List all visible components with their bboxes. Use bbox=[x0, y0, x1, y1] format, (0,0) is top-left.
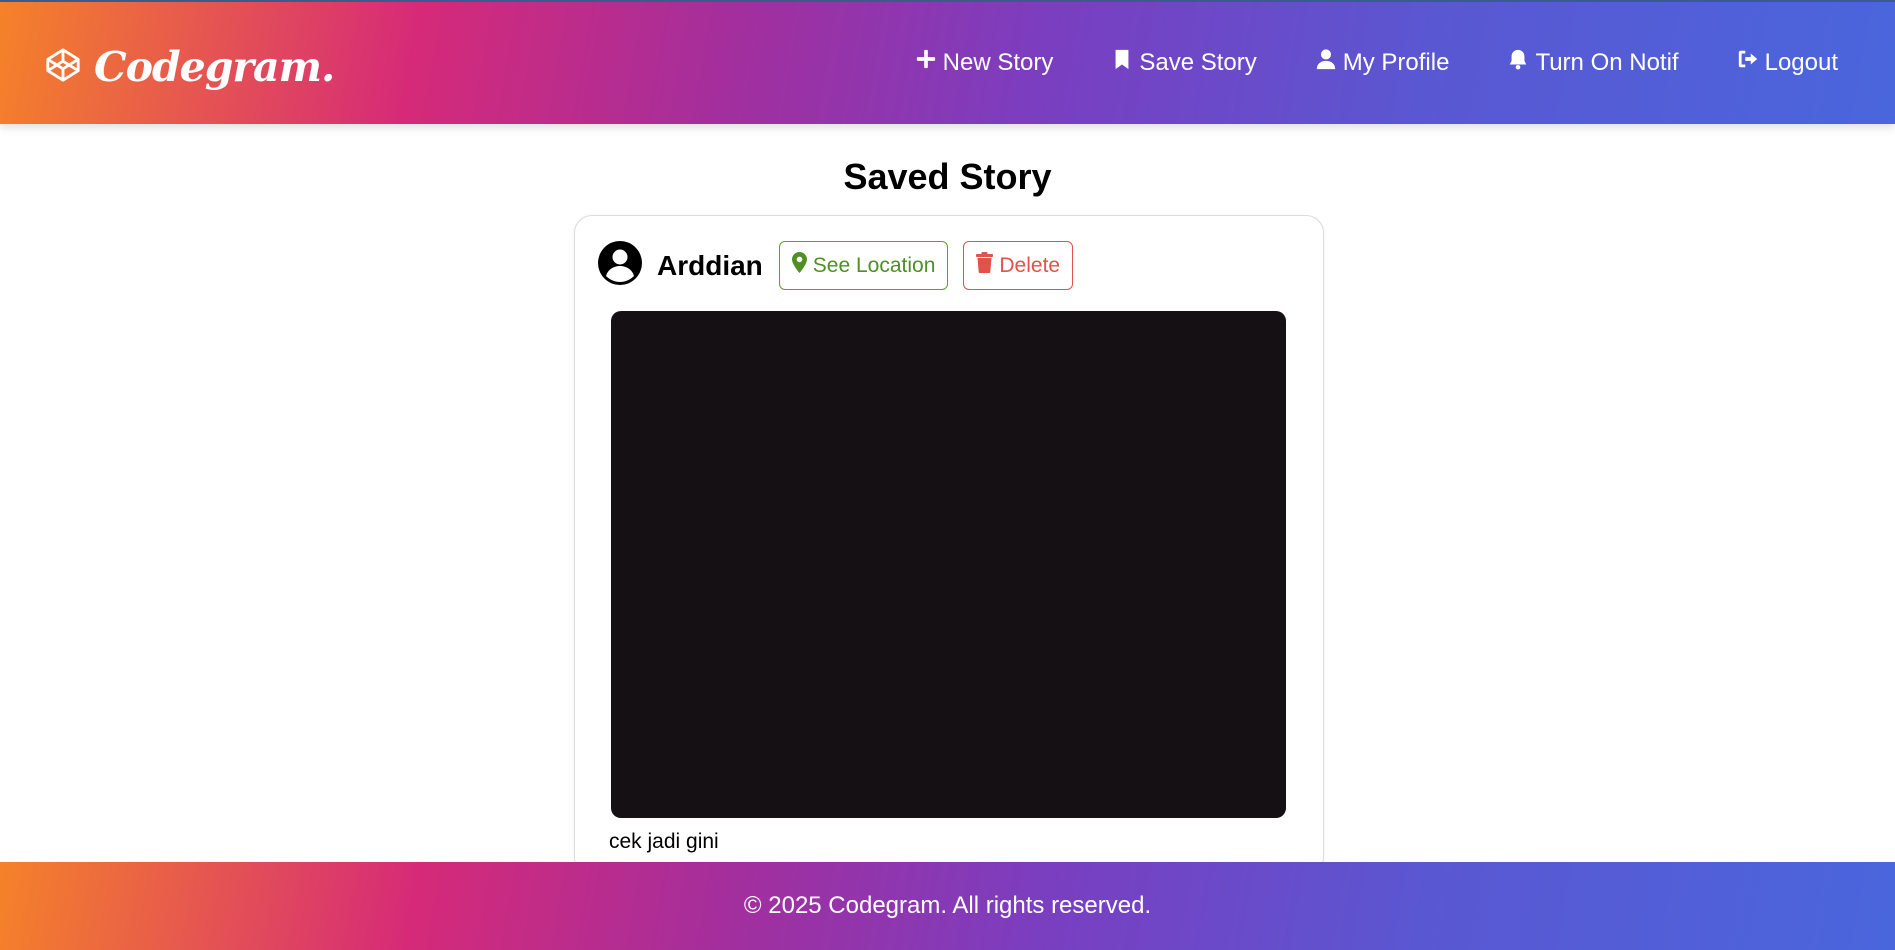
nav-my-profile[interactable]: My Profile bbox=[1315, 48, 1450, 77]
story-author: Arddian bbox=[657, 249, 763, 281]
see-location-button[interactable]: See Location bbox=[778, 241, 949, 290]
trash-icon bbox=[976, 252, 994, 279]
story-card-header: Arddian See Location Delete bbox=[597, 240, 1074, 291]
main-nav: New Story Save Story My Profile Turn On … bbox=[915, 48, 1838, 77]
user-icon bbox=[1315, 48, 1337, 77]
brand-name: Codegram. bbox=[94, 43, 335, 91]
footer: © 2025 Codegram. All rights reserved. bbox=[0, 862, 1895, 950]
delete-label: Delete bbox=[999, 253, 1061, 277]
nav-turn-on-notif[interactable]: Turn On Notif bbox=[1507, 48, 1679, 77]
bookmark-icon bbox=[1111, 48, 1133, 77]
nav-logout-label: Logout bbox=[1764, 48, 1838, 76]
user-circle-icon bbox=[597, 240, 643, 291]
story-caption: cek jadi gini bbox=[609, 830, 719, 853]
nav-logout[interactable]: Logout bbox=[1737, 48, 1838, 77]
nav-save-story[interactable]: Save Story bbox=[1111, 48, 1257, 77]
logout-icon bbox=[1737, 48, 1759, 77]
nav-new-story[interactable]: New Story bbox=[915, 48, 1054, 77]
nav-new-story-label: New Story bbox=[942, 48, 1054, 76]
map-pin-icon bbox=[791, 252, 807, 279]
brand-logo[interactable]: Codegram. bbox=[44, 42, 335, 92]
footer-copyright: © 2025 Codegram. All rights reserved. bbox=[743, 892, 1152, 919]
nav-turn-on-notif-label: Turn On Notif bbox=[1535, 48, 1679, 76]
top-navbar: Codegram. New Story Save Story My Profil… bbox=[0, 0, 1895, 124]
delete-button[interactable]: Delete bbox=[963, 241, 1074, 290]
story-image bbox=[611, 311, 1286, 818]
plus-icon bbox=[915, 48, 937, 77]
codepen-cube-icon bbox=[44, 46, 82, 89]
see-location-label: See Location bbox=[812, 253, 936, 277]
page-title: Saved Story bbox=[843, 156, 1052, 197]
nav-my-profile-label: My Profile bbox=[1342, 48, 1450, 76]
nav-save-story-label: Save Story bbox=[1139, 48, 1257, 76]
bell-icon bbox=[1507, 48, 1529, 77]
story-card: Arddian See Location Delete cek jadi gin… bbox=[574, 215, 1324, 875]
